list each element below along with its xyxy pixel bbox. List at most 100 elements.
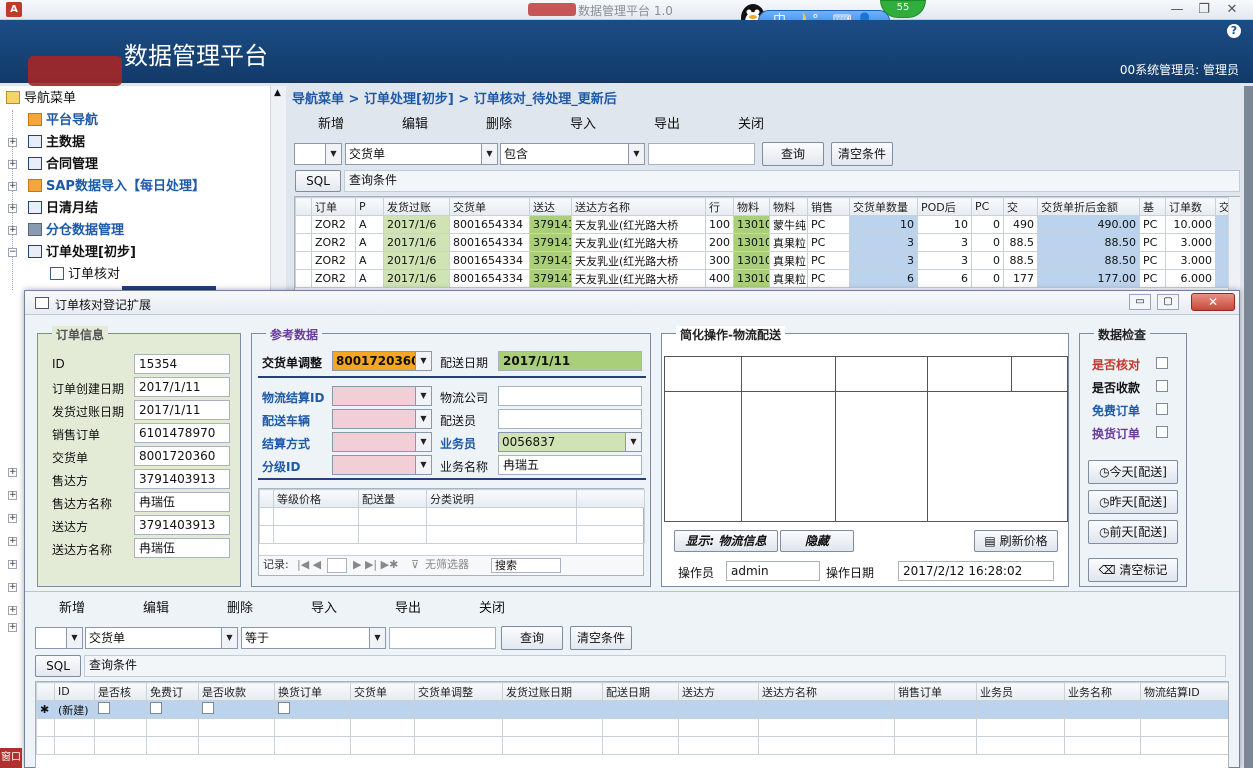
nav-item-daily[interactable]: 日清月结 [28,198,98,220]
table-cell[interactable]: PC [807,251,850,270]
table-cell[interactable]: 3.000 [1165,251,1216,270]
table-cell[interactable]: 490.00 [1037,215,1140,234]
add-button[interactable]: 新增 [318,113,344,132]
record-number-input[interactable] [327,558,347,573]
table-row[interactable]: ZOR2 A 2017/1/6 8001654334 379141 天友乳业(红光路大桥 1… [295,215,1239,234]
expand-icon[interactable]: + [8,491,17,500]
column-header[interactable]: 送达 [529,197,572,216]
scroll-up-icon[interactable]: ▲ [274,88,281,98]
expand-icon[interactable]: + [8,160,17,169]
column-header[interactable]: POD后 [917,197,972,216]
table-cell[interactable]: 100 [705,215,734,234]
column-header[interactable]: 是否收款 [198,682,275,701]
nav-item-master-data[interactable]: 主数据 [28,132,85,154]
table-cell[interactable]: 490 [1003,215,1038,234]
table-cell[interactable]: 300 [705,251,734,270]
table-cell[interactable]: 天友乳业(红光路大桥 [571,251,706,270]
column-header[interactable]: 发货过账日期 [502,682,603,701]
table-cell[interactable]: 0 [971,251,1004,270]
table-cell[interactable]: 8001654334 [449,233,530,252]
table-cell[interactable]: PC [1139,251,1166,270]
row-selector[interactable] [295,251,312,270]
table-cell[interactable]: A [355,269,384,288]
table-row[interactable]: ZOR2 A 2017/1/6 8001654334 379141 天友乳业(红光路大桥 2… [295,233,1239,252]
ref-field-value[interactable]: 0056837 ▼ [498,432,642,452]
dlg-logic-select[interactable]: ▼ [35,627,83,649]
table-cell[interactable]: 177 [1003,269,1038,288]
table-cell[interactable]: PC [807,269,850,288]
dlg-sql-condition-field[interactable]: 查询条件 [84,655,1226,677]
column-header[interactable]: 交货单折后金额 [1037,197,1140,216]
is-checked-checkbox[interactable] [98,702,110,714]
expand-icon[interactable]: + [8,606,17,615]
table-cell[interactable]: PC [1139,233,1166,252]
column-header[interactable]: 是否核 [94,682,147,701]
ref-field-value[interactable]: 冉瑞五 [498,455,642,475]
help-icon[interactable]: ? [1227,24,1241,38]
table-cell[interactable]: A [355,215,384,234]
sql-button[interactable]: SQL [295,170,341,192]
clear-marks-button[interactable]: ⌫ 清空标记 [1088,558,1178,582]
refresh-price-button[interactable]: ▤ 刷新价格 [974,530,1058,552]
expand-icon[interactable]: + [8,514,17,523]
table-cell[interactable]: 10 [849,215,918,234]
row-selector[interactable] [295,233,312,252]
table-cell[interactable]: 10 [917,215,972,234]
is-paid-checkbox[interactable] [202,702,214,714]
filter-value-input[interactable] [648,143,755,165]
column-header[interactable]: 送达方名称 [571,197,706,216]
nav-item-order-processing[interactable]: 订单处理[初步] [28,242,136,264]
edit-button[interactable]: 编辑 [402,113,428,132]
table-cell[interactable]: 8001654334 [449,215,530,234]
table-row[interactable]: ZOR2 A 2017/1/6 8001654334 379141 天友乳业(红光路大桥 4… [295,269,1239,288]
order-field-value[interactable]: 3791403913 [134,469,230,489]
column-header[interactable]: 换货订单 [274,682,351,701]
table-cell[interactable]: PC [807,233,850,252]
order-field-value[interactable]: 15354 [134,354,230,374]
daybefore-delivery-button[interactable]: ◷前天[配送] [1088,520,1178,544]
no-filter-label[interactable]: 无筛选器 [425,556,469,574]
table-cell[interactable]: 2017/1/6 [383,215,450,234]
table-cell[interactable]: 88.5 [1003,233,1038,252]
column-header[interactable]: 交 [1003,197,1038,216]
column-header[interactable]: 交货单 [350,682,415,701]
table-cell[interactable]: 8001654334 [449,269,530,288]
row-selector[interactable] [295,215,312,234]
nav-item-contract[interactable]: 合同管理 [28,154,98,176]
column-header[interactable]: 订单数 [1165,197,1216,216]
table-row[interactable]: ZOR2 A 2017/1/6 8001654334 379141 天友乳业(红光路大桥 3… [295,251,1239,270]
table-cell[interactable]: A [355,251,384,270]
expand-icon[interactable]: + [8,623,17,632]
order-field-value[interactable]: 3791403913 [134,515,230,535]
operator-select[interactable]: 包含 ▼ [500,143,645,165]
column-header[interactable]: 销售订单 [894,682,977,701]
column-header[interactable]: 行 [705,197,734,216]
table-cell[interactable]: 130100 [733,215,770,234]
minimize-button[interactable]: — [1164,1,1190,19]
nav-item-sap-import[interactable]: SAP数据导入【每日处理】 [28,176,205,198]
table-cell[interactable]: 0 [971,215,1004,234]
show-logistics-button[interactable]: 显示: 物流信息 [674,530,778,552]
column-header[interactable]: 交货单 [449,197,530,216]
collapse-icon[interactable]: − [8,248,17,257]
access-icon[interactable]: A [6,2,22,17]
column-header[interactable]: 订单 [311,197,356,216]
order-field-value[interactable]: 冉瑞伍 [134,492,230,512]
dlg-close-button[interactable]: 关闭 [479,597,505,616]
column-header[interactable]: 交货单数量 [849,197,918,216]
table-cell[interactable]: PC [807,215,850,234]
table-cell[interactable]: 379141 [529,215,572,234]
hide-button[interactable]: 隐藏 [780,530,854,552]
table-cell[interactable]: 400 [705,269,734,288]
column-header[interactable]: 交货单调整 [414,682,503,701]
ref-field-value[interactable] [498,409,642,429]
delete-button[interactable]: 删除 [486,113,512,132]
field-select[interactable]: 交货单 ▼ [345,143,498,165]
table-cell[interactable]: 真果粒 [769,269,808,288]
table-cell[interactable]: 3 [917,233,972,252]
dlg-delete-button[interactable]: 删除 [227,597,253,616]
table-cell[interactable]: 200 [705,233,734,252]
delivery-date-field[interactable]: 2017/1/11 [498,351,642,371]
dlg-export-button[interactable]: 导出 [395,597,421,616]
close-window-button[interactable]: ✕ [1219,1,1245,19]
